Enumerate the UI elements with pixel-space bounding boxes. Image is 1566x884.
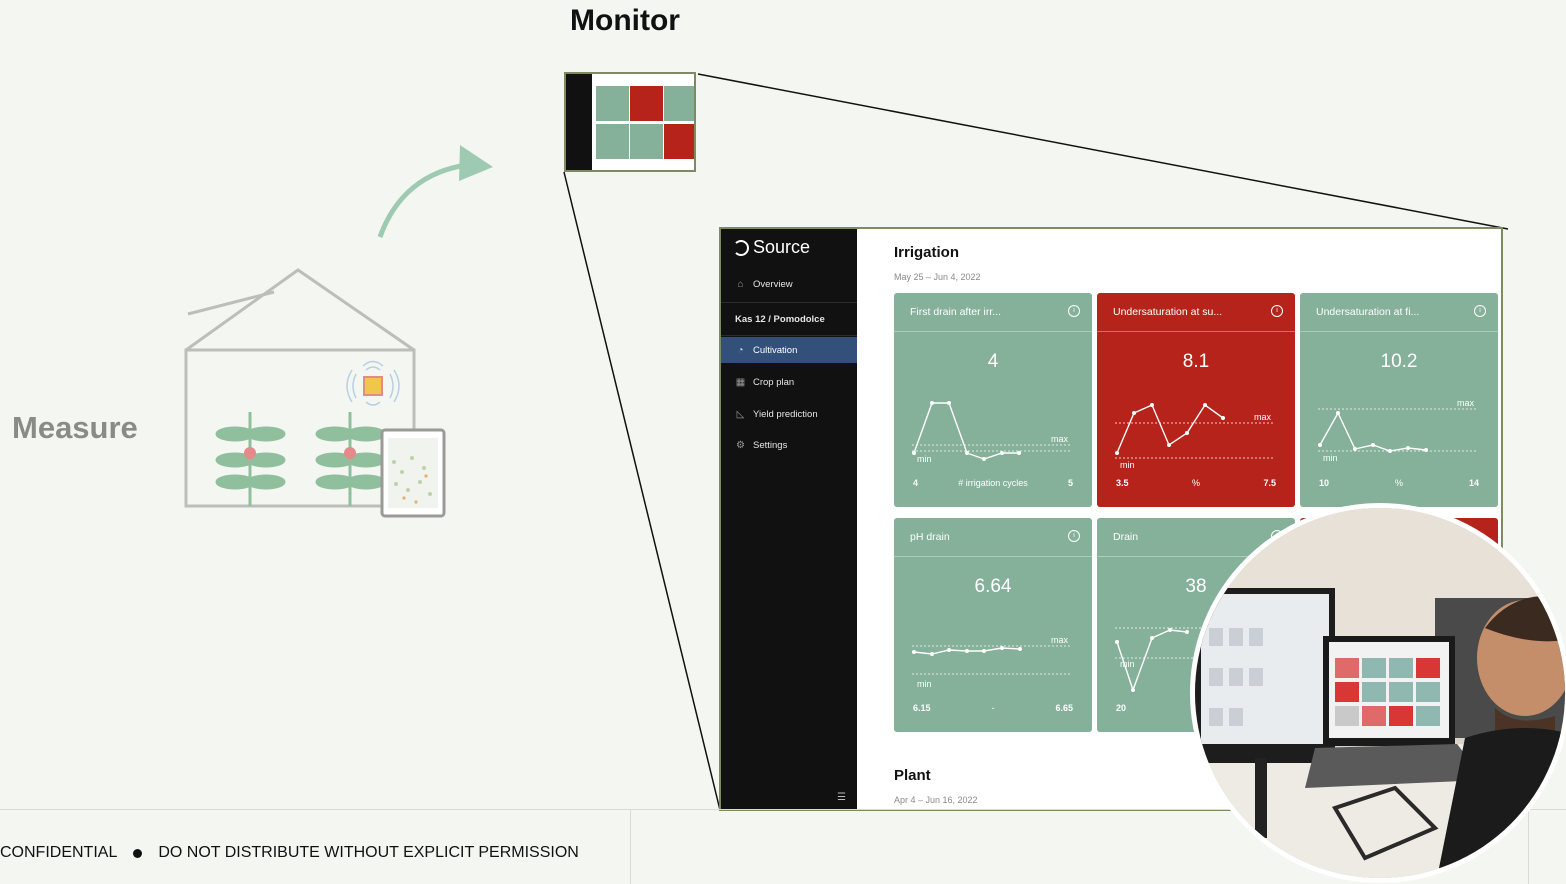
card-value: 6.64 [974, 576, 1012, 597]
section-title-plant: Plant [894, 767, 931, 784]
card-title: pH drain [910, 531, 950, 543]
info-icon[interactable]: i [1474, 305, 1486, 317]
sidebar-item-settings[interactable]: ⚙ Settings [721, 432, 857, 458]
menu-icon[interactable]: ☰ [837, 792, 846, 803]
info-icon[interactable]: i [1068, 530, 1080, 542]
sidebar-item-label: Yield prediction [753, 408, 818, 420]
card-unit: - [991, 703, 995, 713]
sidebar-item-cultivation[interactable]: ◔ Cultivation [721, 337, 857, 363]
card-max: 5 [1067, 478, 1073, 488]
card-min: 4 [913, 478, 919, 488]
footer-confidential: CONFIDENTIAL [0, 844, 118, 861]
sidebar-item-label: Cultivation [753, 344, 798, 356]
card-min: 3.5 [1116, 478, 1129, 488]
card-min: 6.15 [913, 703, 931, 713]
sidebar-item-label: Overview [753, 278, 793, 290]
dashboard-thumbnail [564, 72, 696, 172]
card-title: Undersaturation at fi... [1316, 306, 1420, 318]
photo-illustration [1195, 508, 1565, 878]
metric-card[interactable]: Undersaturation at su... i 8.1 max min 3… [1097, 293, 1295, 507]
card-title: First drain after irr... [910, 306, 1002, 318]
brand[interactable]: Source [733, 237, 810, 258]
sidebar-location[interactable]: Kas 12 / Pomodolce [721, 302, 857, 336]
chart-icon: ◺ [736, 408, 745, 420]
section-date-irrigation: May 25 – Jun 4, 2022 [894, 272, 981, 282]
min-label: min [917, 679, 932, 689]
card-value: 4 [987, 351, 999, 372]
max-label: max [1457, 398, 1475, 408]
card-max: 7.5 [1263, 478, 1276, 488]
info-icon[interactable]: i [1068, 305, 1080, 317]
brand-name: Source [753, 237, 811, 257]
sparkline: max min [1115, 403, 1275, 470]
sidebar-item-label: Settings [753, 439, 788, 451]
min-label: min [1323, 453, 1338, 463]
footer-divider-vertical [1528, 810, 1529, 884]
max-label: max [1051, 434, 1069, 444]
home-icon: ⌂ [737, 278, 744, 290]
sidebar-item-overview[interactable]: ⌂ Overview [721, 271, 857, 297]
sidebar-item-yield-prediction[interactable]: ◺ Yield prediction [721, 401, 857, 427]
footer-notice: CONFIDENTIAL DO NOT DISTRIBUTE WITHOUT E… [0, 844, 579, 862]
metric-card[interactable]: pH drain i 6.64 max min 6.15 - 6.65 [894, 518, 1092, 732]
sidebar: Source ⌂ Overview Kas 12 / Pomodolce ◔ C… [721, 229, 857, 809]
gear-icon: ⚙ [736, 439, 745, 451]
card-title: Drain [1113, 531, 1139, 543]
info-icon[interactable]: i [1271, 305, 1283, 317]
metric-card[interactable]: Undersaturation at fi... i 10.2 max min … [1300, 293, 1498, 507]
card-min: 20 [1116, 703, 1127, 713]
max-label: max [1051, 635, 1069, 645]
card-value: 8.1 [1182, 351, 1210, 372]
sparkline: max min [912, 401, 1072, 464]
card-min: 10 [1319, 478, 1330, 488]
card-value: 10.2 [1380, 351, 1418, 372]
sparkline: max min [1318, 398, 1478, 463]
metric-card[interactable]: First drain after irr... i 4 max min 4 #… [894, 293, 1092, 507]
min-label: min [917, 454, 932, 464]
user-photo [1190, 503, 1566, 883]
card-max: 14 [1468, 478, 1479, 488]
card-unit: % [1394, 478, 1403, 488]
footer-distribution-notice: DO NOT DISTRIBUTE WITHOUT EXPLICIT PERMI… [158, 844, 579, 861]
grid-icon: ▦ [735, 376, 746, 388]
sidebar-item-label: Crop plan [753, 376, 795, 388]
section-date-plant: Apr 4 – Jun 16, 2022 [894, 795, 978, 805]
section-title-irrigation: Irrigation [894, 244, 960, 261]
min-label: min [1120, 460, 1135, 470]
max-label: max [1254, 412, 1272, 422]
bullet-icon [133, 848, 143, 858]
sparkline: max min [912, 635, 1072, 689]
min-label: min [1120, 659, 1135, 669]
card-max: 6.65 [1055, 703, 1073, 713]
source-logo-icon [733, 239, 749, 256]
sidebar-location-label: Kas 12 / Pomodolce [735, 313, 825, 325]
card-unit: # irrigation cycles [958, 478, 1028, 488]
card-title: Undersaturation at su... [1113, 306, 1223, 318]
card-unit: % [1191, 478, 1200, 488]
gauge-icon: ◔ [737, 344, 744, 356]
sidebar-item-crop-plan[interactable]: ▦ Crop plan [721, 369, 857, 395]
footer-divider-vertical [630, 810, 631, 884]
